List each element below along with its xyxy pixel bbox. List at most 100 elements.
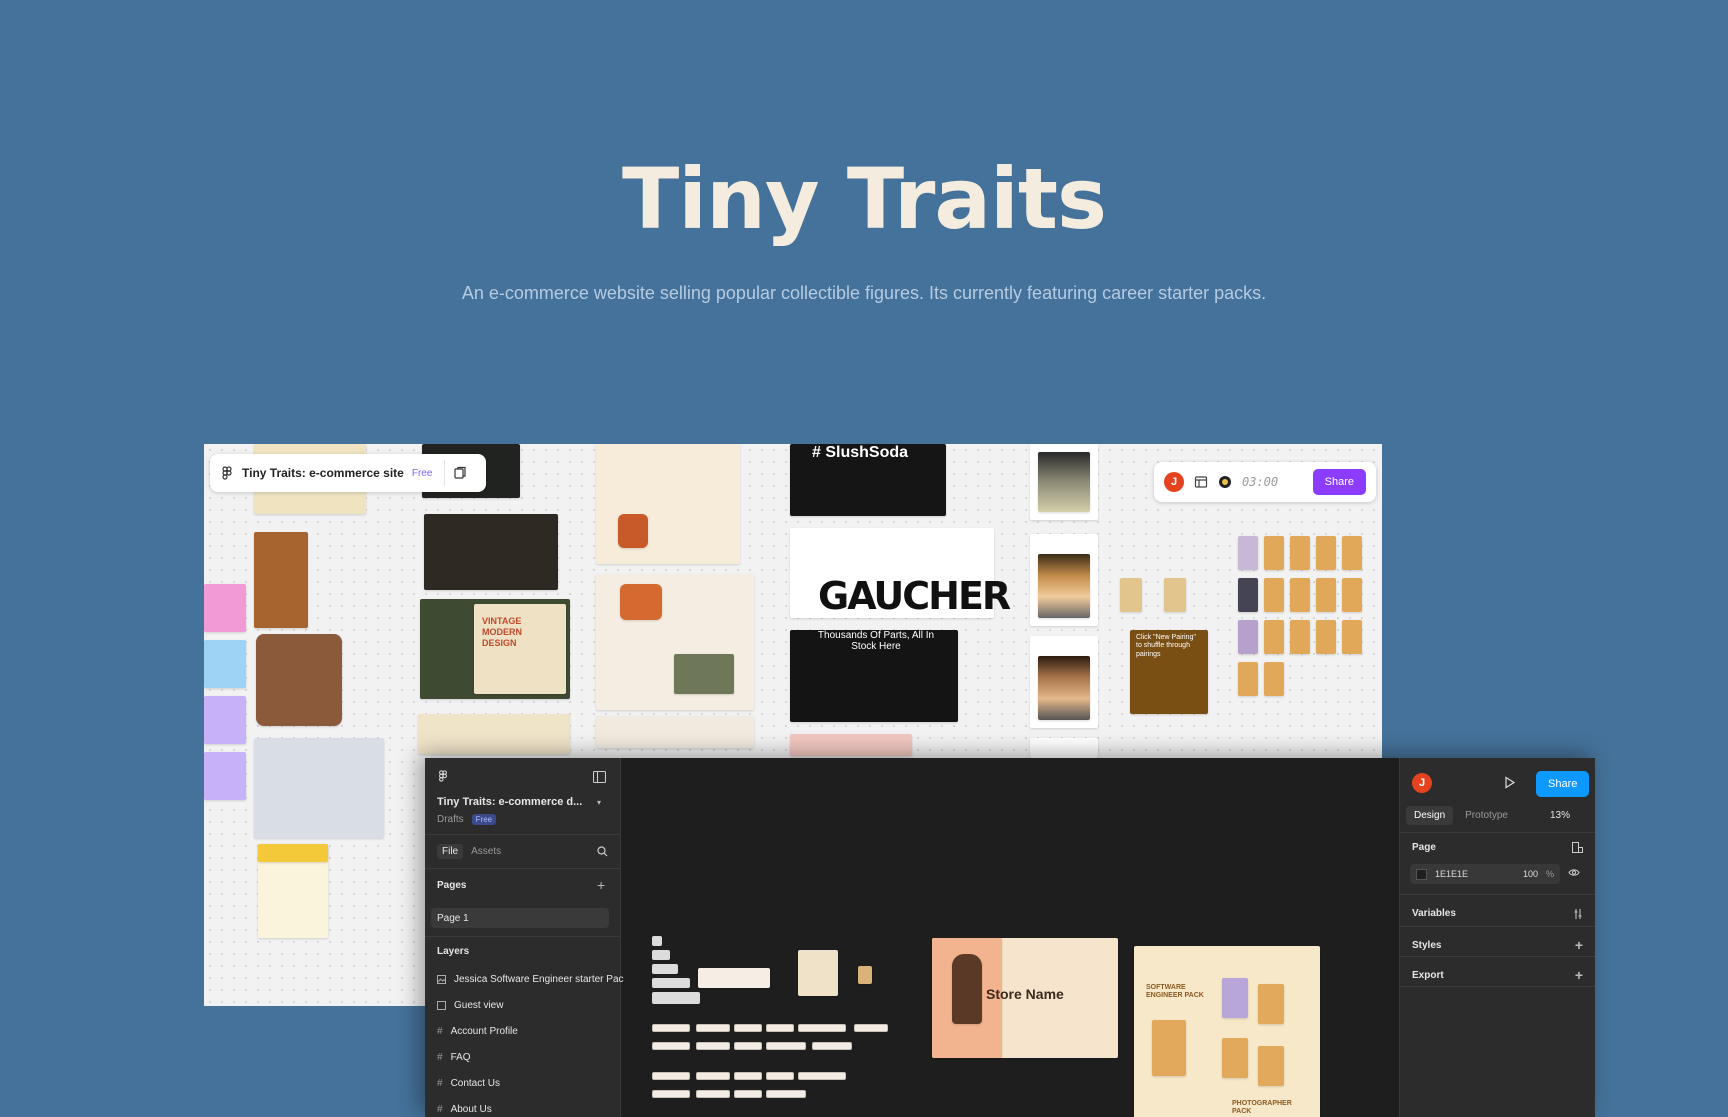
layers-header: Layers bbox=[437, 946, 469, 957]
layer-item[interactable]: # FAQ bbox=[437, 1052, 471, 1063]
divider bbox=[425, 834, 620, 835]
divider bbox=[444, 460, 446, 486]
file-name[interactable]: Tiny Traits: e-commerce d... bbox=[437, 796, 582, 808]
styles-section[interactable]: Styles + bbox=[1412, 938, 1583, 952]
layer-name: FAQ bbox=[450, 1052, 471, 1063]
layer-item[interactable]: # About Us bbox=[437, 1104, 492, 1115]
pack-figure bbox=[1222, 978, 1248, 1018]
figure-grid bbox=[1238, 536, 1378, 716]
add-export-icon[interactable]: + bbox=[1575, 968, 1583, 982]
nav-pill bbox=[696, 1042, 730, 1050]
page-color-value[interactable]: 1E1E1E bbox=[1435, 869, 1468, 879]
nav-pill bbox=[696, 1024, 730, 1032]
right-panel: J Share Design Prototype 13% Page 1E1E1E… bbox=[1399, 758, 1595, 1117]
frame-thumb bbox=[790, 734, 912, 756]
nav-pill bbox=[652, 1042, 690, 1050]
search-icon[interactable] bbox=[597, 846, 608, 857]
variables-label: Variables bbox=[1412, 908, 1456, 919]
timer-readout: 03:00 bbox=[1242, 475, 1279, 489]
file-name[interactable]: Tiny Traits: e-commerce site bbox=[242, 466, 404, 480]
nav-pill bbox=[766, 1024, 794, 1032]
layer-name: Account Profile bbox=[450, 1026, 518, 1037]
add-page-icon[interactable]: + bbox=[597, 878, 605, 892]
component-frame bbox=[698, 968, 770, 988]
pack-figure bbox=[1258, 984, 1284, 1024]
hero-title: Tiny Traits bbox=[621, 150, 1107, 248]
page-item[interactable]: Page 1 bbox=[437, 913, 469, 924]
nav-pill bbox=[734, 1072, 762, 1080]
frame-thumb bbox=[254, 738, 384, 838]
frame-thumb bbox=[596, 444, 740, 564]
layout-icon[interactable] bbox=[1194, 475, 1208, 489]
color-swatch[interactable] bbox=[1416, 868, 1427, 880]
tab-prototype[interactable]: Prototype bbox=[1457, 806, 1516, 825]
share-button[interactable]: Share bbox=[1536, 771, 1590, 797]
palette-swatches bbox=[1038, 656, 1090, 720]
pack-figure bbox=[1152, 1020, 1186, 1076]
export-section[interactable]: Export + bbox=[1412, 968, 1583, 982]
pages-header: Pages bbox=[437, 880, 466, 891]
share-button[interactable]: Share bbox=[1312, 469, 1366, 495]
frame-thumb bbox=[618, 514, 648, 548]
sliders-icon[interactable] bbox=[1573, 908, 1583, 919]
divider bbox=[425, 868, 620, 869]
nav-pill bbox=[812, 1042, 852, 1050]
layer-item[interactable]: # Contact Us bbox=[437, 1078, 500, 1089]
figma-menu-icon[interactable] bbox=[220, 466, 234, 480]
dark-canvas: Store Name SOFTWARE ENGINEER PACK PHOTOG… bbox=[622, 758, 1398, 1117]
frame-thumb bbox=[258, 844, 328, 862]
divider bbox=[1400, 832, 1595, 833]
divider bbox=[1400, 986, 1595, 987]
zoom-level[interactable]: 13% bbox=[1550, 810, 1570, 821]
styles-label: Styles bbox=[1412, 939, 1442, 951]
frame-thumb bbox=[254, 532, 308, 628]
palette-frame bbox=[1030, 738, 1098, 758]
frame-thumb bbox=[620, 584, 662, 620]
main-menu[interactable] bbox=[437, 770, 449, 782]
library-icon[interactable] bbox=[1572, 842, 1583, 853]
gaucher-text: GAUCHER bbox=[818, 574, 1011, 618]
action-bar: J 03:00 Share bbox=[1154, 462, 1376, 502]
page-section-header: Page bbox=[1412, 842, 1583, 853]
layer-item[interactable]: Guest view bbox=[437, 1000, 503, 1011]
play-icon[interactable] bbox=[1504, 776, 1516, 789]
export-label: Export bbox=[1412, 969, 1444, 981]
sidebar-toggle-icon[interactable] bbox=[593, 771, 606, 783]
component-stack bbox=[652, 992, 700, 1004]
pages-icon[interactable] bbox=[453, 466, 467, 480]
add-style-icon[interactable]: + bbox=[1575, 938, 1583, 952]
left-panel: Tiny Traits: e-commerce d... ▾ Drafts Fr… bbox=[425, 758, 624, 1117]
drafts-label[interactable]: Drafts bbox=[437, 814, 464, 825]
avatar[interactable]: J bbox=[1164, 472, 1184, 492]
tab-design[interactable]: Design bbox=[1406, 806, 1454, 825]
chevron-down-icon[interactable]: ▾ bbox=[597, 798, 601, 807]
component-stack bbox=[652, 964, 678, 974]
pack-figure bbox=[1222, 1038, 1248, 1078]
pack-figure bbox=[1258, 1046, 1284, 1086]
avatar[interactable]: J bbox=[1412, 773, 1432, 793]
variables-section[interactable]: Variables bbox=[1412, 908, 1583, 919]
figma-menu-icon[interactable] bbox=[437, 770, 449, 782]
divider bbox=[1400, 956, 1595, 957]
timer-icon[interactable] bbox=[1218, 475, 1232, 489]
plan-badge: Free bbox=[411, 467, 433, 479]
frame-thumb bbox=[596, 716, 754, 748]
eye-icon[interactable] bbox=[1568, 868, 1580, 877]
nav-pill bbox=[766, 1090, 806, 1098]
page-opacity-value[interactable]: 100 bbox=[1523, 869, 1538, 879]
vintage-text: VINTAGE MODERN DESIGN bbox=[482, 616, 522, 648]
frame-thumb bbox=[418, 714, 570, 754]
layer-item[interactable]: # Account Profile bbox=[437, 1026, 518, 1037]
page-section-label: Page bbox=[1412, 842, 1436, 853]
figure-card bbox=[1120, 578, 1142, 612]
page-color-field[interactable]: 1E1E1E 100 % bbox=[1410, 864, 1560, 884]
tab-assets[interactable]: Assets bbox=[471, 846, 501, 857]
image-icon bbox=[437, 975, 446, 984]
layer-item[interactable]: Jessica Software Engineer starter Pac bbox=[437, 974, 624, 985]
frame-thumb bbox=[424, 514, 558, 590]
nav-pill bbox=[798, 1072, 846, 1080]
sticky-note bbox=[204, 640, 246, 688]
tab-file[interactable]: File bbox=[437, 844, 464, 859]
file-name-row[interactable]: Tiny Traits: e-commerce d... bbox=[437, 796, 582, 808]
layer-name: Guest view bbox=[454, 1000, 504, 1011]
